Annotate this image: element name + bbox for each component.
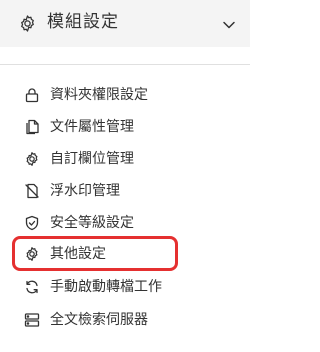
module-settings-header[interactable]: 模組設定	[0, 0, 250, 47]
sidebar-item-document-attributes[interactable]: 文件屬性管理	[24, 117, 224, 137]
sidebar-item-label: 文件屬性管理	[50, 119, 134, 135]
sidebar-item-label: 浮水印管理	[50, 183, 120, 199]
sidebar-item-manual-conversion[interactable]: 手動啟動轉檔工作	[24, 277, 224, 297]
chevron-down-icon[interactable]	[222, 17, 236, 31]
sidebar-item-watermark[interactable]: 浮水印管理	[24, 181, 224, 201]
gear-icon	[18, 14, 37, 33]
sidebar-item-label: 全文檢索伺服器	[50, 312, 148, 328]
sidebar-item-label: 其他設定	[50, 246, 106, 262]
documents-icon	[24, 119, 40, 135]
sidebar-item-custom-fields[interactable]: 自訂欄位管理	[24, 149, 224, 169]
divider	[0, 64, 250, 65]
sidebar-item-label: 資料夾權限設定	[50, 87, 148, 103]
lock-icon	[24, 87, 40, 103]
sidebar-item-security-level[interactable]: 安全等級設定	[24, 213, 224, 233]
server-icon	[24, 312, 40, 328]
gear-icon	[24, 246, 40, 262]
shield-icon	[24, 215, 40, 231]
sidebar-item-other-settings[interactable]: 其他設定	[24, 244, 224, 264]
sidebar-item-label: 安全等級設定	[50, 215, 134, 231]
sidebar-item-label: 手動啟動轉檔工作	[50, 279, 162, 295]
sidebar-item-label: 自訂欄位管理	[50, 151, 134, 167]
sidebar-item-fulltext-server[interactable]: 全文檢索伺服器	[24, 310, 224, 330]
page-title: 模組設定	[47, 12, 119, 32]
sync-icon	[24, 279, 40, 295]
watermark-icon	[24, 183, 40, 199]
sidebar-item-folder-permissions[interactable]: 資料夾權限設定	[24, 85, 224, 105]
gear-icon	[24, 151, 40, 167]
